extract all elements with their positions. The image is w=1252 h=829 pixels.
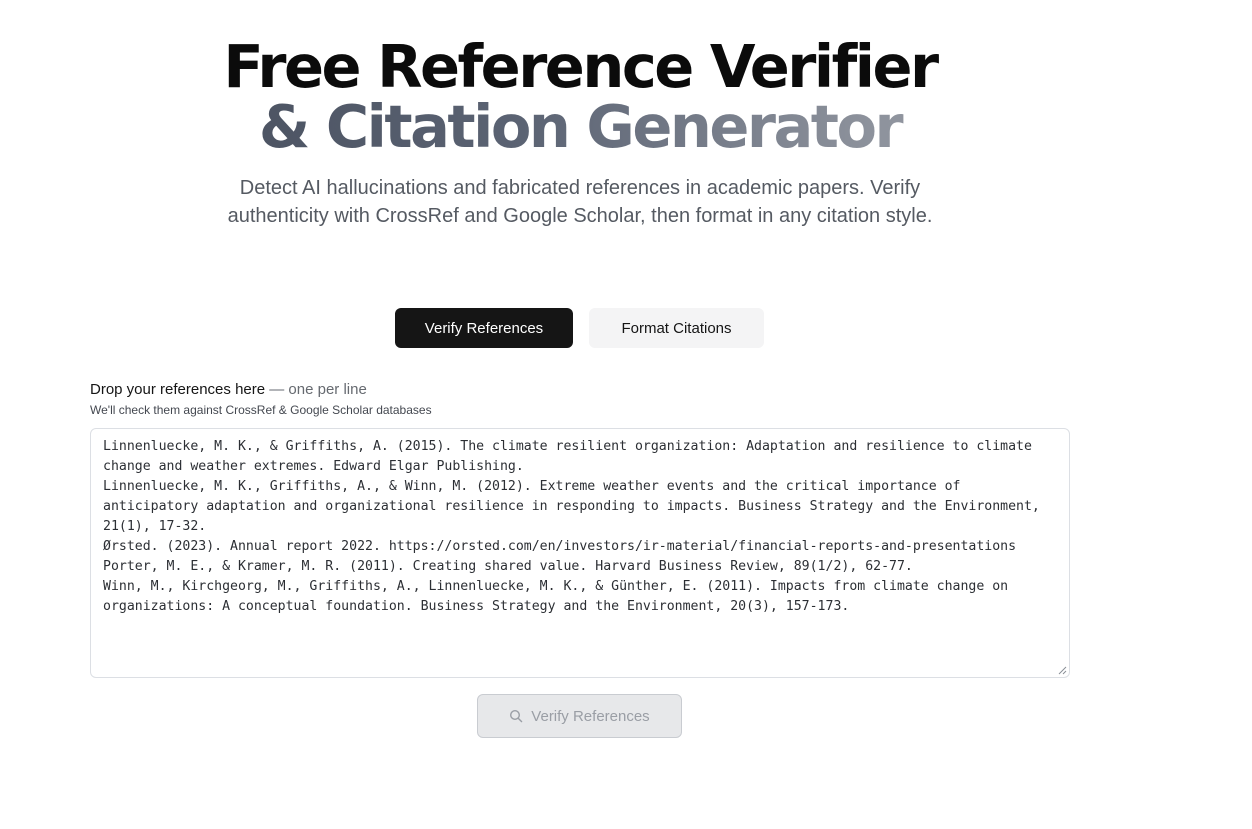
- hero-section: Free Reference Verifier & Citation Gener…: [0, 36, 1160, 230]
- references-label-main: Drop your references here: [90, 381, 266, 398]
- page-title: Free Reference Verifier: [223, 32, 939, 101]
- references-textarea-container: [90, 428, 1070, 678]
- page: Free Reference Verifier & Citation Gener…: [0, 0, 1252, 829]
- references-form: Drop your references here — one per line…: [90, 380, 1070, 678]
- mode-tabs: Verify References Format Citations: [395, 308, 764, 348]
- resize-handle-icon[interactable]: [1058, 666, 1067, 675]
- search-icon: [510, 709, 523, 723]
- page-subtitle: Detect AI hallucinations and fabricated …: [227, 177, 933, 227]
- tab-format-citations[interactable]: Format Citations: [589, 308, 764, 348]
- references-textarea[interactable]: [91, 429, 1069, 677]
- tab-verify-references[interactable]: Verify References: [395, 308, 573, 348]
- verify-references-button-label: Verify References: [531, 707, 650, 725]
- page-title-secondary: & Citation Generator: [0, 97, 1160, 156]
- references-label-hint: — one per line: [265, 381, 367, 398]
- references-label: Drop your references here — one per line: [90, 380, 1070, 400]
- verify-references-button[interactable]: Verify References: [477, 694, 682, 738]
- references-helper-text: We'll check them against CrossRef & Goog…: [90, 403, 432, 417]
